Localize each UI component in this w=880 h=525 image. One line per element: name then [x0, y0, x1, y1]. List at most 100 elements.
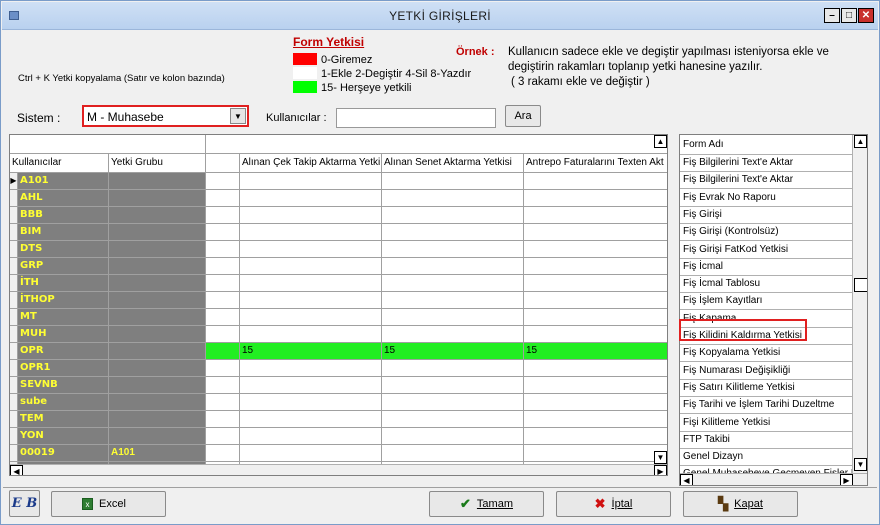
form-list[interactable]: Form Adı Fiş Bilgilerini Text'e Aktar Fiş…: [679, 134, 868, 486]
user-cell[interactable]: YON: [18, 428, 109, 445]
form-list-item[interactable]: FTP Takibi: [680, 432, 852, 449]
group-cell[interactable]: [109, 224, 206, 241]
list-scroll-up-icon[interactable]: ▲: [854, 135, 867, 148]
blank-cell[interactable]: [206, 377, 240, 394]
blank-cell[interactable]: [206, 445, 240, 462]
form-list-item[interactable]: Fişi Kilitleme Yetkisi: [680, 415, 852, 432]
blank-cell[interactable]: [206, 207, 240, 224]
sistem-select[interactable]: M - Muhasebe ▼: [82, 105, 249, 127]
user-cell[interactable]: GRP: [18, 258, 109, 275]
group-cell[interactable]: [109, 258, 206, 275]
permission-cell[interactable]: [524, 360, 667, 377]
permission-cell[interactable]: [382, 207, 524, 224]
grid-hscrollbar[interactable]: ◀ ▶: [10, 464, 667, 475]
scroll-right-icon[interactable]: ▶: [654, 465, 667, 475]
blank-cell[interactable]: [206, 190, 240, 207]
permission-cell[interactable]: [524, 224, 667, 241]
permission-cell[interactable]: [524, 411, 667, 428]
form-list-hscrollbar[interactable]: ◀ ▶: [680, 473, 867, 485]
user-cell[interactable]: SEVNB: [18, 377, 109, 394]
group-cell[interactable]: [109, 411, 206, 428]
permission-cell[interactable]: 15: [524, 343, 667, 360]
permission-cell[interactable]: [524, 258, 667, 275]
group-cell[interactable]: [109, 360, 206, 377]
permission-cell[interactable]: [240, 360, 382, 377]
list-scroll-right-icon[interactable]: ▶: [840, 474, 853, 485]
user-cell[interactable]: AHL: [18, 190, 109, 207]
blank-cell[interactable]: [206, 326, 240, 343]
permission-cell[interactable]: [382, 190, 524, 207]
maximize-button[interactable]: □: [841, 8, 857, 23]
form-list-item[interactable]: Fiş Tarihi ve İşlem Tarihi Duzeltme: [680, 397, 852, 415]
permission-cell[interactable]: [382, 394, 524, 411]
grid-header-group[interactable]: Yetki Grubu: [109, 154, 206, 173]
group-cell[interactable]: [109, 428, 206, 445]
permission-cell[interactable]: [382, 445, 524, 462]
grid-header-col3[interactable]: Antrepo Faturalarını Texten Akt: [524, 154, 667, 173]
permission-cell[interactable]: [382, 360, 524, 377]
permission-cell[interactable]: [524, 173, 667, 190]
blank-cell[interactable]: [206, 411, 240, 428]
blank-cell[interactable]: [206, 258, 240, 275]
blank-cell[interactable]: [206, 173, 240, 190]
row-indicator[interactable]: [10, 241, 18, 258]
cancel-button[interactable]: ✖ İptal: [556, 491, 671, 517]
user-cell[interactable]: 00019: [18, 445, 109, 462]
blank-cell[interactable]: [206, 360, 240, 377]
row-indicator[interactable]: [10, 394, 18, 411]
form-list-item[interactable]: Fiş İcmal: [680, 259, 852, 276]
permission-cell[interactable]: [524, 241, 667, 258]
row-indicator[interactable]: [10, 207, 18, 224]
permission-cell[interactable]: [524, 207, 667, 224]
grid-header-blank[interactable]: [206, 154, 240, 173]
permission-cell[interactable]: [382, 292, 524, 309]
group-cell[interactable]: [109, 343, 206, 360]
permission-cell[interactable]: 15: [382, 343, 524, 360]
permission-cell[interactable]: [382, 326, 524, 343]
grid-header-col2[interactable]: Alınan Senet Aktarma Yetkisi: [382, 154, 524, 173]
permission-cell[interactable]: [382, 411, 524, 428]
permission-cell[interactable]: [524, 309, 667, 326]
permission-cell[interactable]: [240, 428, 382, 445]
blank-cell[interactable]: [206, 224, 240, 241]
group-cell[interactable]: [109, 275, 206, 292]
user-cell[interactable]: TEM: [18, 411, 109, 428]
form-list-vscrollbar[interactable]: ▲ ▼: [852, 135, 867, 473]
group-cell[interactable]: [109, 309, 206, 326]
blank-cell[interactable]: [206, 428, 240, 445]
form-list-item[interactable]: Fiş Kopyalama Yetkisi: [680, 345, 852, 363]
form-list-item[interactable]: Fiş Girişi FatKod Yetkisi: [680, 242, 852, 259]
row-indicator[interactable]: [10, 411, 18, 428]
form-list-header[interactable]: Form Adı: [680, 135, 852, 155]
group-cell[interactable]: [109, 207, 206, 224]
permission-cell[interactable]: [382, 377, 524, 394]
scroll-down-icon[interactable]: ▼: [654, 451, 667, 464]
form-list-item[interactable]: Fiş Evrak No Raporu: [680, 190, 852, 207]
list-scroll-down-icon[interactable]: ▼: [854, 458, 867, 471]
kullanicilar-input[interactable]: [336, 108, 496, 128]
form-list-item[interactable]: Fiş Bilgilerini Text'e Aktar: [680, 155, 852, 172]
grid-header-col1[interactable]: Alınan Çek Takip Aktarma Yetki: [240, 154, 382, 173]
permission-cell[interactable]: 15: [240, 343, 382, 360]
permission-cell[interactable]: [382, 309, 524, 326]
user-cell[interactable]: DTS: [18, 241, 109, 258]
group-cell[interactable]: [109, 326, 206, 343]
group-cell[interactable]: [109, 190, 206, 207]
user-cell[interactable]: İTH: [18, 275, 109, 292]
group-cell[interactable]: [109, 241, 206, 258]
permission-cell[interactable]: [240, 190, 382, 207]
user-cell[interactable]: A101: [18, 173, 109, 190]
permission-cell[interactable]: [524, 190, 667, 207]
form-list-item[interactable]: Fiş İcmal Tablosu: [680, 276, 852, 294]
blank-cell[interactable]: [206, 343, 240, 360]
permission-cell[interactable]: [240, 394, 382, 411]
row-indicator[interactable]: [10, 326, 18, 343]
user-cell[interactable]: İTHOP: [18, 292, 109, 309]
form-list-item[interactable]: Fiş İşlem Kayıtları: [680, 293, 852, 311]
blank-cell[interactable]: [206, 309, 240, 326]
row-indicator[interactable]: [10, 224, 18, 241]
excel-button[interactable]: x Excel: [51, 491, 166, 517]
permission-cell[interactable]: [524, 326, 667, 343]
group-cell[interactable]: [109, 394, 206, 411]
scroll-up-icon[interactable]: ▲: [654, 135, 667, 148]
